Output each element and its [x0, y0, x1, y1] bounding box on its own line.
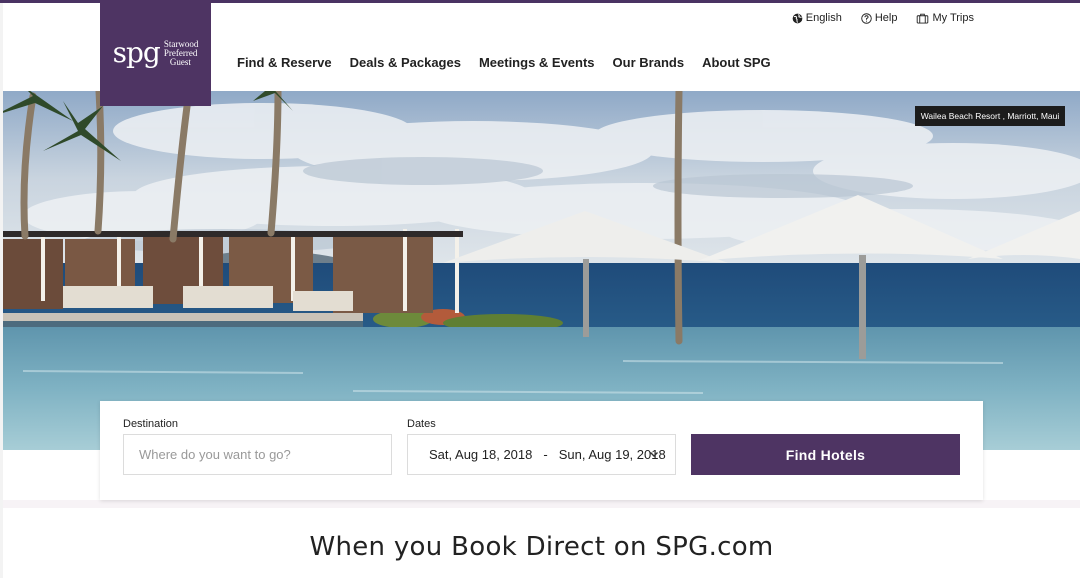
dates-picker[interactable]: Sat, Aug 18, 2018 - Sun, Aug 19, 2018: [407, 434, 676, 475]
main-nav: Find & Reserve Deals & Packages Meetings…: [237, 55, 771, 70]
date-separator: -: [543, 447, 548, 462]
globe-icon: [792, 13, 803, 23]
logo-mark: spg: [112, 36, 161, 69]
help-circle-icon: [861, 12, 872, 24]
utility-nav: English Help My Trips: [792, 12, 974, 24]
logo-wordmark: Starwood Preferred Guest: [164, 39, 199, 67]
photo-credit-badge: Wailea Beach Resort , Marriott, Maui: [915, 106, 1065, 126]
check-in-date[interactable]: Sat, Aug 18, 2018: [429, 447, 532, 462]
nav-deals-packages[interactable]: Deals & Packages: [350, 55, 461, 70]
destination-label: Destination: [123, 418, 179, 430]
nav-find-reserve[interactable]: Find & Reserve: [237, 55, 332, 70]
nav-about-spg[interactable]: About SPG: [702, 55, 771, 70]
destination-input[interactable]: [123, 434, 392, 475]
nav-meetings-events[interactable]: Meetings & Events: [479, 55, 595, 70]
my-trips-label: My Trips: [932, 12, 974, 24]
logo-line-3: Guest: [169, 56, 191, 67]
book-direct-headline: When you Book Direct on SPG.com: [309, 532, 774, 562]
section-divider: [3, 500, 1080, 508]
find-hotels-button[interactable]: Find Hotels: [691, 434, 960, 475]
language-label: English: [805, 12, 842, 24]
spg-logo[interactable]: spg Starwood Preferred Guest: [100, 0, 211, 106]
help-link[interactable]: Help: [861, 12, 898, 24]
help-label: Help: [874, 12, 898, 24]
language-link[interactable]: English: [792, 12, 842, 24]
chevron-down-icon[interactable]: [648, 448, 660, 460]
suitcase-icon: [917, 13, 929, 24]
hero-image: [3, 91, 1080, 450]
nav-our-brands[interactable]: Our Brands: [613, 55, 685, 70]
dates-label: Dates: [407, 418, 436, 430]
my-trips-link[interactable]: My Trips: [916, 12, 974, 24]
hotel-search-panel: Destination Dates Sat, Aug 18, 2018 - Su…: [100, 401, 983, 500]
